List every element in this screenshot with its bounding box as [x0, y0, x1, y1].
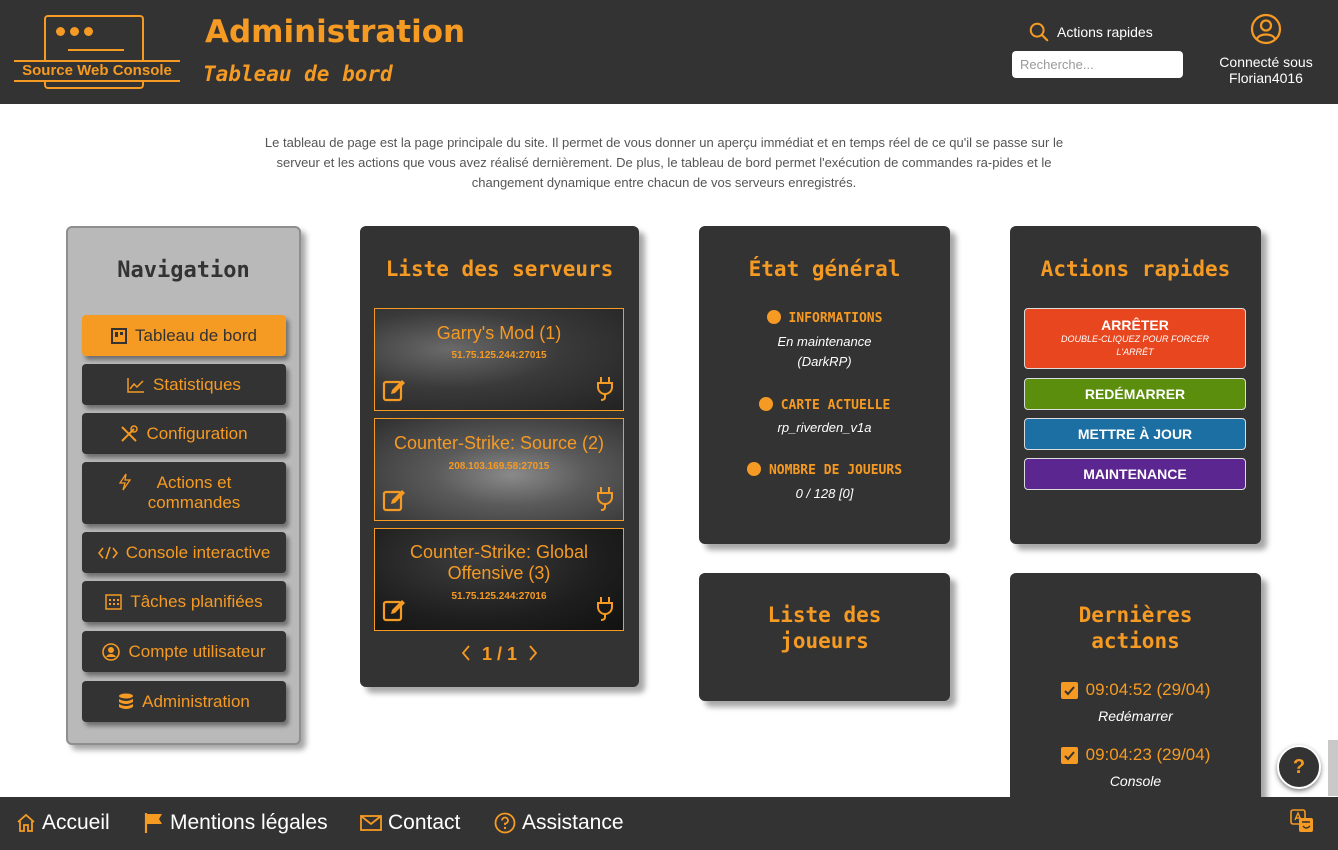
pagination: 1 / 1 [360, 644, 639, 665]
action-label: Redémarrer [1098, 707, 1173, 724]
plug-icon[interactable] [595, 376, 615, 402]
dashboard-icon [111, 327, 128, 344]
flag-icon [144, 813, 162, 833]
nav-item-administration[interactable]: Administration [82, 681, 286, 722]
edit-icon[interactable] [382, 598, 406, 622]
action-time: 09:04:52 (29/04) [1085, 680, 1211, 699]
navigation-title: Navigation [117, 258, 250, 283]
user-account-icon[interactable] [1250, 13, 1282, 45]
server-card[interactable]: Counter-Strike: Source (2) 208.103.169.5… [374, 418, 624, 521]
players-heading: NOMBRE DE JOUEURS [699, 462, 950, 478]
intro-text: Le tableau de page est la page principal… [264, 135, 1064, 190]
database-icon [119, 693, 134, 709]
server-card[interactable]: Garry's Mod (1) 51.75.125.244:27015 [374, 308, 624, 411]
quick-actions-label: Actions rapides [1057, 24, 1153, 40]
info-heading: INFORMATIONS [699, 310, 950, 326]
search-icon[interactable] [1028, 21, 1050, 43]
chevron-left-icon[interactable] [460, 645, 472, 661]
chevron-right-icon[interactable] [527, 645, 539, 661]
players-panel: Liste des joueurs [699, 573, 950, 701]
players-title: Liste des joueurs [767, 603, 882, 653]
nav-item-user-account[interactable]: Compte utilisateur [82, 631, 286, 672]
nav-item-actions[interactable]: Actions et commandes [82, 462, 286, 524]
envelope-icon [360, 815, 382, 831]
user-circle-icon [102, 642, 121, 661]
server-address: 51.75.125.244:27016 [451, 591, 547, 602]
status-panel: État général INFORMATIONS En maintenance… [699, 226, 950, 544]
plug-icon[interactable] [595, 486, 615, 512]
quick-actions-panel: Actions rapides ARRÊTER DOUBLE-CLIQUEZ P… [1010, 226, 1261, 544]
nav-item-scheduled-tasks[interactable]: Tâches planifiées [82, 581, 286, 622]
bolt-icon [119, 473, 131, 491]
help-button[interactable]: ? [1277, 745, 1321, 789]
server-name: Counter-Strike: Source (2) [393, 433, 605, 453]
status-title: État général [748, 257, 901, 281]
server-list-panel: Liste des serveurs Garry's Mod (1) 51.75… [360, 226, 639, 687]
nav-item-dashboard[interactable]: Tableau de bord [82, 315, 286, 356]
calendar-icon [105, 594, 123, 610]
info-value: En maintenance (DarkRP) [777, 334, 872, 369]
restart-button[interactable]: REDÉMARRER [1024, 378, 1246, 410]
server-address: 51.75.125.244:27015 [451, 350, 547, 361]
footer-link-contact[interactable]: Contact [360, 811, 460, 835]
edit-icon[interactable] [382, 378, 406, 402]
nav-item-configuration[interactable]: Configuration [82, 413, 286, 454]
quick-actions-title: Actions rapides [1040, 257, 1231, 281]
update-button[interactable]: METTRE À JOUR [1024, 418, 1246, 450]
maintenance-button[interactable]: MAINTENANCE [1024, 458, 1246, 490]
plug-icon[interactable] [595, 596, 615, 622]
username: Florian4016 [1229, 70, 1303, 86]
code-icon [97, 546, 118, 559]
last-actions-title: Dernières actions [1078, 603, 1193, 653]
server-list-title: Liste des serveurs [385, 257, 614, 281]
server-card[interactable]: Counter-Strike: Global Offensive (3) 51.… [374, 528, 624, 631]
scrollbar[interactable] [1328, 740, 1338, 796]
stop-hint: DOUBLE-CLIQUEZ POUR FORCER L'ARRÊT [1060, 334, 1210, 357]
header: Source Web Console Administration Tablea… [0, 0, 1338, 104]
server-name: Counter-Strike: Global Offensive (3) [409, 542, 589, 583]
edit-icon[interactable] [382, 488, 406, 512]
page-indicator: 1 / 1 [481, 644, 518, 664]
logo[interactable]: Source Web Console [14, 15, 180, 89]
chart-icon [127, 377, 145, 393]
stop-button[interactable]: ARRÊTER DOUBLE-CLIQUEZ POUR FORCER L'ARR… [1024, 308, 1246, 369]
footer-link-home[interactable]: Accueil [16, 811, 110, 835]
search-input[interactable] [1012, 51, 1183, 78]
map-value: rp_riverden_v1a [777, 420, 872, 435]
action-time: 09:04:23 (29/04) [1085, 745, 1211, 764]
last-action-item: 09:04:23 (29/04) Console [1010, 745, 1261, 789]
page-title: Administration [205, 14, 466, 50]
last-actions-panel: Dernières actions 09:04:52 (29/04) Redém… [1010, 573, 1261, 797]
map-heading: CARTE ACTUELLE [699, 397, 950, 413]
players-value: 0 / 128 [0] [795, 486, 854, 501]
footer-link-support[interactable]: Assistance [494, 811, 624, 835]
nav-item-statistics[interactable]: Statistiques [82, 364, 286, 405]
nav-item-console[interactable]: Console interactive [82, 532, 286, 573]
last-action-item: 09:04:52 (29/04) Redémarrer [1010, 680, 1261, 724]
tools-icon [121, 424, 139, 442]
translate-icon[interactable] [1290, 809, 1314, 833]
user-status: Connecté sous Florian4016 [1210, 54, 1322, 86]
server-address: 208.103.169.58:27015 [448, 461, 550, 472]
server-name: Garry's Mod (1) [436, 323, 562, 343]
home-icon [17, 813, 35, 832]
question-circle-icon [494, 812, 516, 834]
footer-link-legal[interactable]: Mentions légales [144, 811, 328, 835]
page-subtitle: Tableau de bord [203, 62, 393, 86]
action-label: Console [1109, 772, 1162, 789]
checkbox-icon [1060, 681, 1078, 699]
navigation-panel: Navigation Tableau de bord Statistiques … [66, 226, 301, 745]
footer: Accueil Mentions légales Contact Assista… [0, 797, 1338, 850]
logo-text: Source Web Console [22, 62, 172, 79]
checkbox-icon [1060, 746, 1078, 764]
